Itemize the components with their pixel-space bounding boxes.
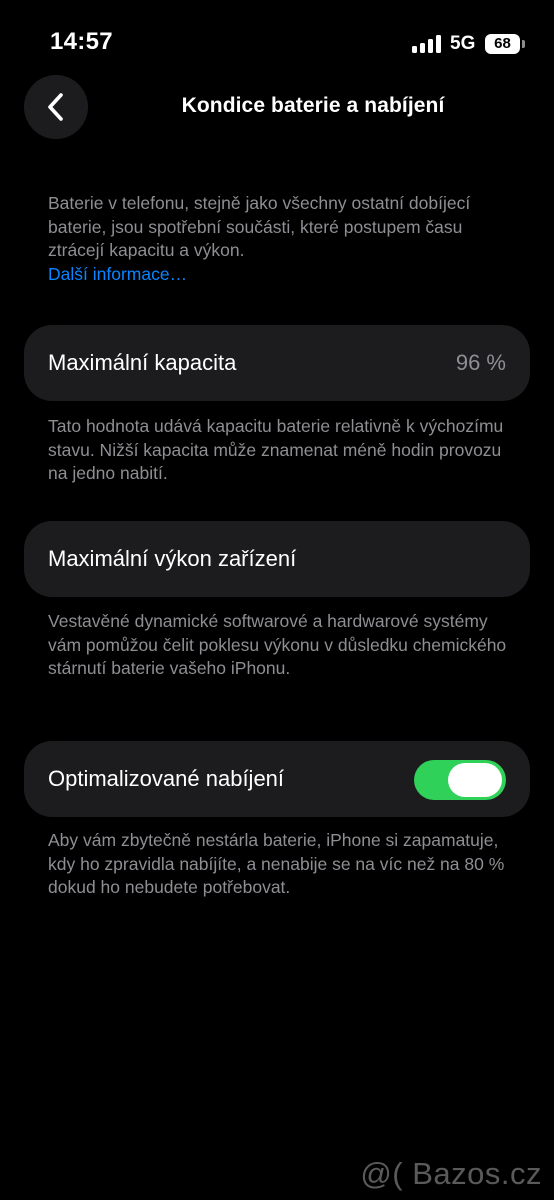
watermark: @( Bazos.cz bbox=[360, 1156, 542, 1191]
optimized-charging-label: Optimalizované nabíjení bbox=[48, 766, 285, 791]
more-info-link[interactable]: Další informace… bbox=[48, 263, 514, 287]
page-title: Kondice baterie a nabíjení bbox=[181, 94, 445, 117]
peak-performance-description: Vestavěné dynamické softwarové a hardwar… bbox=[48, 611, 507, 678]
toggle-knob bbox=[448, 763, 502, 797]
network-type: 5G bbox=[450, 33, 476, 54]
status-bar: 14:57 5G 68 bbox=[0, 0, 554, 88]
peak-performance-label: Maximální výkon zařízení bbox=[48, 546, 297, 571]
intro-text: Baterie v telefonu, stejně jako všechny … bbox=[48, 193, 471, 260]
intro-description: Baterie v telefonu, stejně jako všechny … bbox=[48, 192, 514, 286]
chevron-left-icon bbox=[48, 93, 63, 121]
max-capacity-label: Maximální kapacita bbox=[48, 350, 237, 375]
cellular-signal-icon bbox=[412, 35, 442, 53]
max-capacity-row: Maximální kapacita 96 % bbox=[24, 325, 530, 401]
battery-nub bbox=[522, 40, 525, 48]
back-button[interactable] bbox=[24, 75, 88, 139]
optimized-charging-toggle[interactable] bbox=[414, 760, 506, 800]
optimized-charging-row: Optimalizované nabíjení bbox=[24, 741, 530, 817]
battery-icon: 68 bbox=[485, 34, 520, 54]
peak-performance-row: Maximální výkon zařízení bbox=[24, 521, 530, 597]
status-time: 14:57 bbox=[50, 28, 113, 55]
max-capacity-value: 96 % bbox=[455, 350, 506, 375]
max-capacity-description: Tato hodnota udává kapacitu baterie rela… bbox=[48, 416, 504, 483]
optimized-charging-description: Aby vám zbytečně nestárla baterie, iPhon… bbox=[48, 830, 505, 897]
